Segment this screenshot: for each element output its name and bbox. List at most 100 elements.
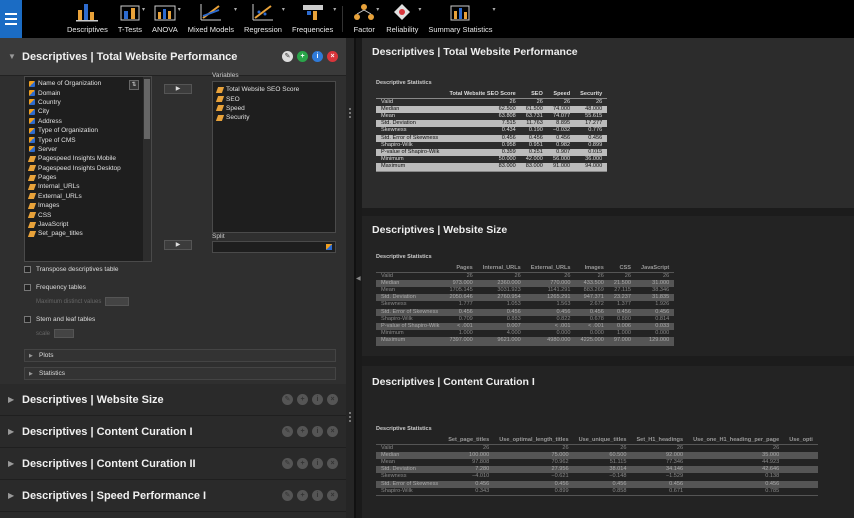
close-analysis-icon[interactable]: × — [327, 458, 338, 469]
ribbon-regression-button[interactable]: ▾ Regression — [239, 0, 287, 38]
variable-item[interactable]: Address — [25, 117, 151, 126]
analysis-header-speed-performance-1[interactable]: ▶ Descriptives | Speed Performance I ✎ + i… — [0, 480, 346, 512]
edit-title-icon[interactable]: ✎ — [282, 51, 293, 62]
result-title: Descriptives | Website Size — [372, 224, 508, 236]
scale-input[interactable] — [54, 329, 75, 338]
table-cell: 62.500 — [444, 105, 521, 113]
edit-title-icon[interactable]: ✎ — [282, 426, 293, 437]
ribbon-descriptives-button[interactable]: Descriptives — [62, 0, 113, 38]
duplicate-analysis-icon[interactable]: + — [297, 490, 308, 501]
selected-variable-item[interactable]: Security — [213, 113, 335, 122]
ribbon-frequencies-button[interactable]: ▾ Frequencies — [287, 0, 338, 38]
variable-item[interactable]: Pages — [25, 173, 151, 182]
variable-item[interactable]: Images — [25, 201, 151, 210]
close-analysis-icon[interactable]: × — [327, 490, 338, 501]
table-cell: 27.956 — [494, 466, 574, 474]
selected-variable-item[interactable]: SEO — [213, 94, 335, 103]
move-to-split-button[interactable]: ▶ — [164, 240, 192, 250]
frequency-tables-checkbox[interactable] — [24, 284, 31, 291]
panel-splitter[interactable] — [346, 38, 354, 518]
max-distinct-input[interactable] — [105, 297, 130, 306]
edit-title-icon[interactable]: ✎ — [282, 458, 293, 469]
variable-name: CSS — [38, 211, 52, 219]
split-box[interactable] — [212, 241, 336, 253]
menu-hamburger-button[interactable] — [0, 0, 22, 38]
variable-item[interactable]: Type of CMS — [25, 135, 151, 144]
table-cell: 1.926 — [655, 301, 670, 308]
info-icon[interactable]: i — [312, 490, 323, 501]
frequency-tables-option[interactable]: Frequency tables — [24, 284, 86, 291]
plots-section[interactable]: ▶ Plots — [24, 349, 336, 362]
duplicate-analysis-icon[interactable]: + — [297, 394, 308, 405]
result-block-total-website-performance[interactable]: Descriptives | Total Website Performance… — [362, 38, 854, 208]
edit-title-icon[interactable]: ✎ — [282, 490, 293, 501]
variable-item[interactable]: Pagespeed Insights Mobile — [25, 154, 151, 163]
table-cell: 1.777 — [458, 301, 473, 308]
stem-leaf-option[interactable]: Stem and leaf tables — [24, 316, 95, 323]
table-row: Shapiro-Wilk 0.343 0.899 0.858 0.671 0.785 — [376, 487, 818, 496]
source-variables-list[interactable]: ⇅ Name of Organization Domain Country City A… — [24, 76, 152, 262]
variable-item[interactable]: Type of Organization — [25, 126, 151, 135]
duplicate-analysis-icon[interactable]: + — [297, 458, 308, 469]
result-block-content-curation-1[interactable]: Descriptives | Content Curation I Descri… — [362, 366, 854, 518]
analysis-header-website-size[interactable]: ▶ Descriptives | Website Size ✎ + i × — [0, 384, 346, 416]
table-cell: 883.269 — [583, 286, 604, 293]
info-icon[interactable]: i — [312, 426, 323, 437]
table-cell: −4.010 — [471, 473, 490, 480]
variables-scrollbar[interactable] — [143, 77, 151, 261]
table-row: Median 62.500 61.500 74.000 48.000 — [376, 105, 608, 113]
table-cell: 0.709 — [458, 315, 473, 322]
info-icon[interactable]: i — [312, 394, 323, 405]
variable-item[interactable]: Country — [25, 98, 151, 107]
variable-item[interactable]: CSS — [25, 210, 151, 219]
table-cell: 60.500 — [573, 451, 632, 459]
ribbon-summary-statistics-button[interactable]: ▾ Summary Statistics — [423, 0, 497, 38]
duplicate-analysis-icon[interactable]: + — [297, 426, 308, 437]
table-row: Std. Error of Skewness 0.456 0.456 0.456 0.4… — [376, 480, 818, 488]
sort-variables-button[interactable]: ⇅ — [129, 80, 139, 90]
selected-variable-item[interactable]: Total Website SEO Score — [213, 85, 335, 94]
variable-item[interactable]: City — [25, 107, 151, 116]
analysis-header-content-curation-1[interactable]: ▶ Descriptives | Content Curation I ✎ + i × — [0, 416, 346, 448]
result-block-website-size[interactable]: Descriptives | Website Size Descriptive … — [362, 216, 854, 356]
transpose-checkbox[interactable] — [24, 266, 31, 273]
variable-item[interactable]: JavaScript — [25, 220, 151, 229]
ribbon-ttests-button[interactable]: ▾ T-Tests — [113, 0, 147, 38]
selected-variable-item[interactable]: Speed — [213, 104, 335, 113]
table-cell: 0.456 — [494, 480, 574, 488]
analysis-header-total-website-performance[interactable]: ▼ Descriptives | Total Website Performan… — [0, 38, 346, 76]
table-cell — [784, 459, 818, 466]
chevron-right-icon: ▶ — [29, 370, 33, 377]
info-icon[interactable]: i — [312, 458, 323, 469]
variable-item[interactable]: Pagespeed Insights Desktop — [25, 164, 151, 173]
variable-item[interactable]: Internal_URLs — [25, 182, 151, 191]
stem-leaf-checkbox[interactable] — [24, 316, 31, 323]
table-cell: 0.251 — [520, 148, 548, 157]
frequencies-icon — [302, 5, 323, 20]
info-icon[interactable]: i — [312, 51, 323, 62]
variable-item[interactable]: Server — [25, 145, 151, 154]
analysis-header-content-curation-2[interactable]: ▶ Descriptives | Content Curation II ✎ + i… — [0, 448, 346, 480]
ribbon-reliability-button[interactable]: ▾ Reliability — [381, 0, 423, 38]
close-analysis-icon[interactable]: × — [327, 426, 338, 437]
variable-name: JavaScript — [38, 221, 69, 229]
edit-title-icon[interactable]: ✎ — [282, 394, 293, 405]
table-cell: 0.456 — [635, 308, 675, 316]
selected-variables-box[interactable]: Total Website SEO Score SEO Speed Security — [212, 81, 336, 233]
table-cell — [784, 443, 818, 452]
ribbon-anova-button[interactable]: ▾ ANOVA — [147, 0, 183, 38]
ribbon-factor-button[interactable]: ▾ Factor — [347, 0, 381, 38]
close-analysis-icon[interactable]: × — [327, 394, 338, 405]
statistics-section[interactable]: ▶ Statistics — [24, 367, 336, 380]
row-label: Std. Deviation — [376, 466, 444, 474]
table-cell: 2050.646 — [444, 294, 478, 302]
table-row: Maximum 7397.000 9621.000 4980.000 4225.000 9… — [376, 337, 675, 346]
transpose-option[interactable]: Transpose descriptives table — [24, 266, 119, 273]
duplicate-analysis-icon[interactable]: + — [297, 51, 308, 62]
max-distinct-label: Maximum distinct values — [36, 298, 102, 305]
ribbon-mixed-models-button[interactable]: ▾ Mixed Models — [183, 0, 239, 38]
close-analysis-icon[interactable]: × — [327, 51, 338, 62]
variable-item[interactable]: External_URLs — [25, 192, 151, 201]
move-to-variables-button[interactable]: ▶ — [164, 84, 192, 94]
variable-item[interactable]: Set_page_titles — [25, 229, 151, 238]
